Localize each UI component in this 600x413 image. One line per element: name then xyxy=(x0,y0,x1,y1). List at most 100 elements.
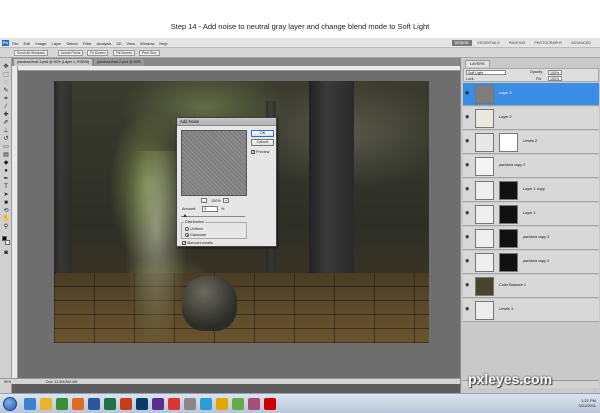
excel-icon[interactable] xyxy=(104,398,116,410)
layer-row[interactable]: ◉ Color Balance 1 xyxy=(463,275,599,298)
gaussian-option[interactable]: Gaussian xyxy=(185,233,206,237)
zoom-out-button[interactable]: - xyxy=(201,198,207,203)
eye-icon[interactable]: ◉ xyxy=(465,187,470,192)
app-icon[interactable] xyxy=(152,398,164,410)
fill-field[interactable]: 100% xyxy=(548,76,562,81)
menu-select[interactable]: Select xyxy=(67,41,78,46)
eye-icon[interactable]: ◉ xyxy=(465,91,470,96)
dodge-tool-icon[interactable]: ● xyxy=(2,168,10,174)
menu-help[interactable]: Help xyxy=(159,41,167,46)
clone-stamp-tool-icon[interactable]: ⊥ xyxy=(2,128,10,134)
zoom-in-button[interactable]: + xyxy=(223,198,229,203)
print-size-button[interactable]: Print Size xyxy=(139,50,160,56)
workspace-photography[interactable]: PHOTOGRAPHY xyxy=(531,40,565,46)
workspace-painting[interactable]: PAINTING xyxy=(506,40,529,46)
layers-tab[interactable]: LAYERS xyxy=(465,60,490,67)
menu-window[interactable]: Window xyxy=(140,41,154,46)
photoshop-icon[interactable] xyxy=(136,398,148,410)
eyedropper-tool-icon[interactable]: ⁄ xyxy=(2,104,10,110)
layer-row[interactable]: ◉ Levels 1 xyxy=(463,299,599,322)
eye-icon[interactable]: ◉ xyxy=(465,307,470,312)
uniform-option[interactable]: Uniform xyxy=(185,227,203,231)
quick-mask-icon[interactable]: ◙ xyxy=(2,250,10,256)
tab-pandora-final-1[interactable]: pandora-final-1.psd @ 50% (Layer 1, RGB/… xyxy=(14,59,92,66)
crop-tool-icon[interactable]: ⌗ xyxy=(2,96,10,102)
app-icon-purple[interactable] xyxy=(248,398,260,410)
marquee-tool-icon[interactable]: ⬚ xyxy=(2,72,10,78)
history-brush-tool-icon[interactable]: ↺ xyxy=(2,136,10,142)
app-icon-gray[interactable] xyxy=(184,398,196,410)
menu-analysis[interactable]: Analysis xyxy=(97,41,112,46)
folder-icon[interactable] xyxy=(40,398,52,410)
layer-row[interactable]: ◉ pandora copy 4 xyxy=(463,251,599,274)
workspace-design[interactable]: DESIGN xyxy=(451,40,472,46)
menu-edit[interactable]: Edit xyxy=(23,41,30,46)
quick-select-tool-icon[interactable]: ✎ xyxy=(2,88,10,94)
slider-knob[interactable] xyxy=(182,214,187,217)
cancel-button[interactable]: Cancel xyxy=(251,139,274,146)
app-icon-blue[interactable] xyxy=(200,398,212,410)
powerpoint-icon[interactable] xyxy=(120,398,132,410)
layer-row[interactable]: ◉ Layer 3 xyxy=(463,83,599,106)
menu-image[interactable]: Image xyxy=(35,41,46,46)
actual-pixels-button[interactable]: Actual Pixels xyxy=(58,50,84,56)
menu-file[interactable]: File xyxy=(12,41,18,46)
gradient-tool-icon[interactable]: ▤ xyxy=(2,152,10,158)
eye-icon[interactable]: ◉ xyxy=(465,115,470,120)
eye-icon[interactable]: ◉ xyxy=(465,139,470,144)
healing-tool-icon[interactable]: ✚ xyxy=(2,112,10,118)
menu-filter[interactable]: Filter xyxy=(83,41,92,46)
pen-tool-icon[interactable]: ✒ xyxy=(2,176,10,182)
scroll-all-windows-checkbox[interactable]: Scroll All Windows xyxy=(14,50,48,56)
system-clock[interactable]: 1:22 PM 3/21/2011 xyxy=(579,398,597,408)
tab-pandora-final-2[interactable]: pandora-final-2.psd @ 50% xyxy=(94,59,144,66)
preview-option[interactable]: ✓Preview xyxy=(251,150,270,154)
layer-row[interactable]: ◉ Layer 1 copy xyxy=(463,179,599,202)
workspace-essentials[interactable]: ESSENTIALS xyxy=(475,40,503,46)
app-icon-red[interactable] xyxy=(168,398,180,410)
start-button-icon[interactable] xyxy=(3,397,17,411)
shape-tool-icon[interactable]: ■ xyxy=(2,200,10,206)
path-select-tool-icon[interactable]: ➤ xyxy=(2,192,10,198)
lasso-tool-icon[interactable]: ◌ xyxy=(2,80,10,86)
menu-view[interactable]: View xyxy=(127,41,136,46)
radio-unselected-icon[interactable] xyxy=(185,227,189,231)
eye-icon[interactable]: ◉ xyxy=(465,283,470,288)
amount-slider[interactable] xyxy=(181,214,245,217)
opacity-field[interactable]: 100% xyxy=(548,70,562,75)
checkbox-checked-icon[interactable]: ✓ xyxy=(182,241,186,245)
media-icon[interactable] xyxy=(56,398,68,410)
eye-icon[interactable]: ◉ xyxy=(465,163,470,168)
zoom-level[interactable]: 50% xyxy=(4,379,11,385)
radio-selected-icon[interactable] xyxy=(185,233,189,237)
firefox-icon[interactable] xyxy=(72,398,84,410)
ok-button[interactable]: OK xyxy=(251,130,274,137)
workspace-advanced[interactable]: ADVANCED xyxy=(568,40,594,46)
app-icon-green[interactable] xyxy=(232,398,244,410)
eye-icon[interactable]: ◉ xyxy=(465,235,470,240)
layer-row[interactable]: ◉ pandora copy 2 xyxy=(463,155,599,178)
word-icon[interactable] xyxy=(88,398,100,410)
ie-icon[interactable] xyxy=(24,398,36,410)
brush-tool-icon[interactable]: ✐ xyxy=(2,120,10,126)
move-tool-icon[interactable]: ✥ xyxy=(2,64,10,70)
app-icon-dark-red[interactable] xyxy=(264,398,276,410)
blur-tool-icon[interactable]: ◆ xyxy=(2,160,10,166)
eye-icon[interactable]: ◉ xyxy=(465,211,470,216)
menu-layer[interactable]: Layer xyxy=(51,41,61,46)
zoom-tool-icon[interactable]: ⚲ xyxy=(2,224,10,230)
hand-tool-icon[interactable]: ✋ xyxy=(2,216,10,222)
eraser-tool-icon[interactable]: ▭ xyxy=(2,144,10,150)
menu-3d[interactable]: 3D xyxy=(116,41,121,46)
type-tool-icon[interactable]: T xyxy=(2,184,10,190)
amount-input[interactable]: 3 xyxy=(202,206,218,212)
monochromatic-option[interactable]: ✓Monochromatic xyxy=(182,241,213,245)
checkbox-checked-icon[interactable]: ✓ xyxy=(251,150,255,154)
fill-screen-button[interactable]: Fill Screen xyxy=(113,50,136,56)
noise-preview[interactable] xyxy=(181,130,247,196)
fit-screen-button[interactable]: Fit Screen xyxy=(87,50,109,56)
layer-row[interactable]: ◉ Layer 2 xyxy=(463,107,599,130)
background-color-swatch[interactable] xyxy=(5,240,10,245)
eye-icon[interactable]: ◉ xyxy=(465,259,470,264)
layer-row[interactable]: ◉ Levels 2 xyxy=(463,131,599,154)
